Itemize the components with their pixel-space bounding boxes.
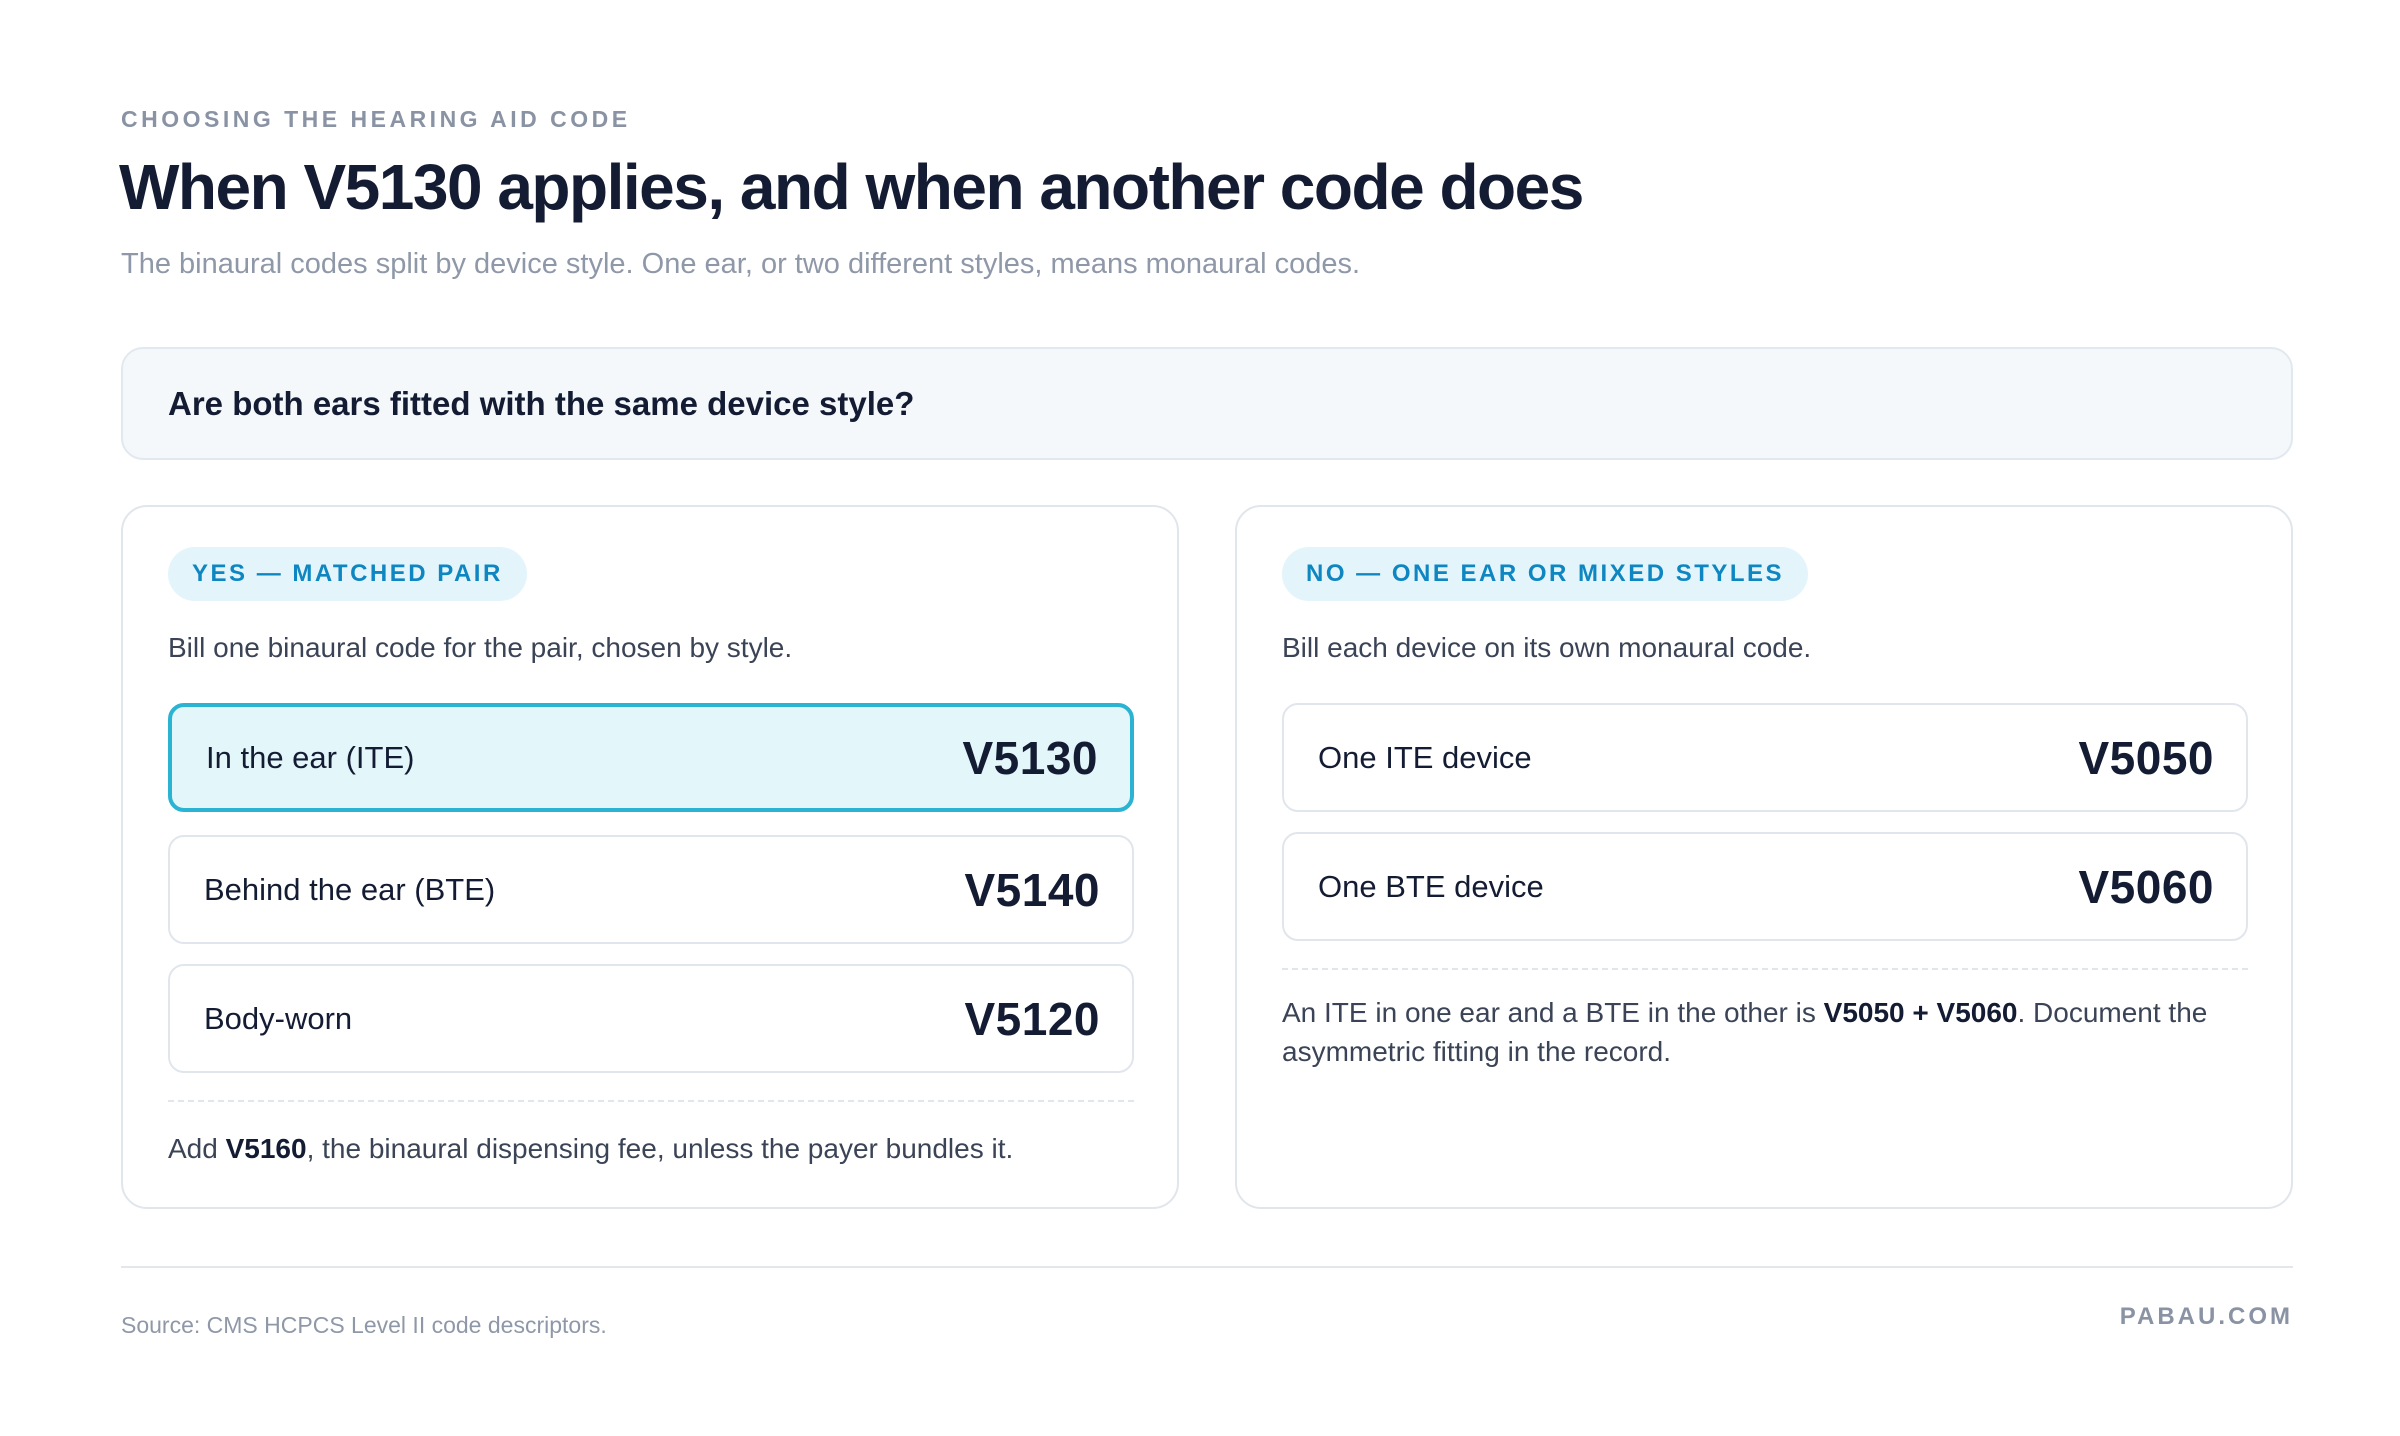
source-note: Source: CMS HCPCS Level II code descript… (121, 1312, 607, 1338)
yes-pill: YES — MATCHED PAIR (168, 547, 527, 601)
code-row-bte: Behind the ear (BTE) V5140 (168, 835, 1134, 944)
no-panel: NO — ONE EAR OR MIXED STYLES Bill each d… (1235, 505, 2293, 1209)
code-row-label: One BTE device (1318, 868, 1544, 904)
brand-label: PABAU.COM (2119, 1303, 2293, 1330)
footer-rule (121, 1266, 2293, 1268)
no-description: Bill each device on its own monaural cod… (1282, 632, 1812, 663)
code-row-one-bte: One BTE device V5060 (1282, 832, 2248, 941)
yes-note-code: V5160 (225, 1133, 307, 1164)
code-row-code: V5060 (2078, 860, 2214, 913)
code-row-body-worn: Body-worn V5120 (168, 964, 1134, 1073)
page-title: When V5130 applies, and when another cod… (119, 151, 1584, 223)
code-row-code: V5130 (962, 731, 1098, 784)
no-note: An ITE in one ear and a BTE in the other… (1282, 993, 2248, 1071)
yes-panel: YES — MATCHED PAIR Bill one binaural cod… (121, 505, 1179, 1209)
yes-description: Bill one binaural code for the pair, cho… (168, 632, 793, 663)
code-row-label: One ITE device (1318, 739, 1532, 775)
page: CHOOSING THE HEARING AID CODE When V5130… (0, 0, 2400, 1436)
no-note-code: V5050 + V5060 (1823, 997, 2018, 1028)
code-row-code: V5140 (964, 863, 1100, 916)
eyebrow-label: CHOOSING THE HEARING AID CODE (121, 106, 631, 132)
code-row-ite: In the ear (ITE) V5130 (168, 703, 1134, 812)
yes-divider (168, 1100, 1134, 1102)
code-row-label: Behind the ear (BTE) (204, 871, 496, 907)
yes-note-prefix: Add (168, 1133, 226, 1164)
decision-question: Are both ears fitted with the same devic… (121, 347, 2293, 460)
decision-question-text: Are both ears fitted with the same devic… (168, 384, 915, 422)
yes-note: Add V5160, the binaural dispensing fee, … (168, 1129, 1134, 1168)
code-row-code: V5050 (2078, 731, 2214, 784)
no-pill: NO — ONE EAR OR MIXED STYLES (1282, 547, 1809, 601)
no-divider (1282, 968, 2248, 970)
code-row-one-ite: One ITE device V5050 (1282, 703, 2248, 812)
code-row-label: In the ear (ITE) (206, 739, 415, 775)
no-note-prefix: An ITE in one ear and a BTE in the other… (1282, 997, 1824, 1028)
page-subtitle: The binaural codes split by device style… (121, 248, 1361, 280)
yes-note-suffix: , the binaural dispensing fee, unless th… (306, 1133, 1014, 1164)
code-row-label: Body-worn (204, 1000, 353, 1036)
code-row-code: V5120 (964, 992, 1100, 1045)
